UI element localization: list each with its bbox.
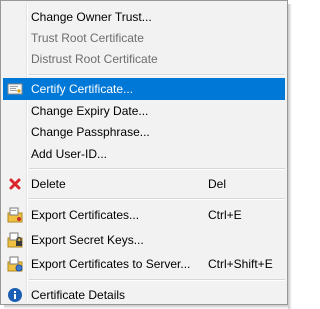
menu-item-label: Change Owner Trust... [31,10,152,24]
menu-separator [29,74,285,76]
menu-item-label: Add User-ID... [31,147,108,161]
menu-item-delete[interactable]: Delete Del [3,173,285,195]
menu-item-label: Distrust Root Certificate [31,52,158,66]
menu-item-shortcut: Ctrl+E [208,208,242,222]
menu-item-change-expiry-date[interactable]: Change Expiry Date... [3,100,285,122]
menu-separator [29,279,285,281]
menu-item-distrust-root-certificate[interactable]: Distrust Root Certificate [3,48,285,70]
red-x-icon [7,176,23,192]
menu-item-trust-root-certificate[interactable]: Trust Root Certificate [3,27,285,49]
menu-item-label: Export Secret Keys... [31,233,144,247]
menu-shadow-right [288,4,292,309]
menu-item-export-certificates[interactable]: Export Certificates... Ctrl+E [3,204,285,226]
menu-item-label: Certificate Details [31,288,126,302]
certificate-icon [7,81,23,97]
context-menu: Change Owner Trust... Trust Root Certifi… [0,0,288,305]
menu-item-label: Change Expiry Date... [31,104,149,118]
menu-item-shortcut: Del [208,177,227,191]
export-secret-key-icon [7,232,23,248]
menu-item-export-secret-keys[interactable]: Export Secret Keys... [3,229,285,251]
info-icon [7,287,23,303]
menu-item-add-user-id[interactable]: Add User-ID... [3,143,285,165]
menu-separator [29,198,285,200]
menu-item-label: Trust Root Certificate [31,31,144,45]
menu-item-change-passphrase[interactable]: Change Passphrase... [3,121,285,143]
menu-item-certificate-details[interactable]: Certificate Details [3,284,285,306]
menu-item-certify-certificate[interactable]: Certify Certificate... [3,78,285,100]
menu-item-label: Certify Certificate... [31,82,134,96]
export-certificate-icon [7,207,23,223]
menu-item-change-owner-trust[interactable]: Change Owner Trust... [3,6,285,28]
menu-separator [29,168,285,170]
menu-item-label: Delete [31,177,66,191]
menu-item-label: Export Certificates... [31,208,140,222]
menu-item-export-certificates-to-server[interactable]: Export Certificates to Server... Ctrl+Sh… [3,253,285,275]
export-to-server-icon [7,256,23,272]
menu-item-label: Change Passphrase... [31,125,150,139]
menu-item-label: Export Certificates to Server... [31,257,191,271]
menu-item-shortcut: Ctrl+Shift+E [208,257,273,271]
